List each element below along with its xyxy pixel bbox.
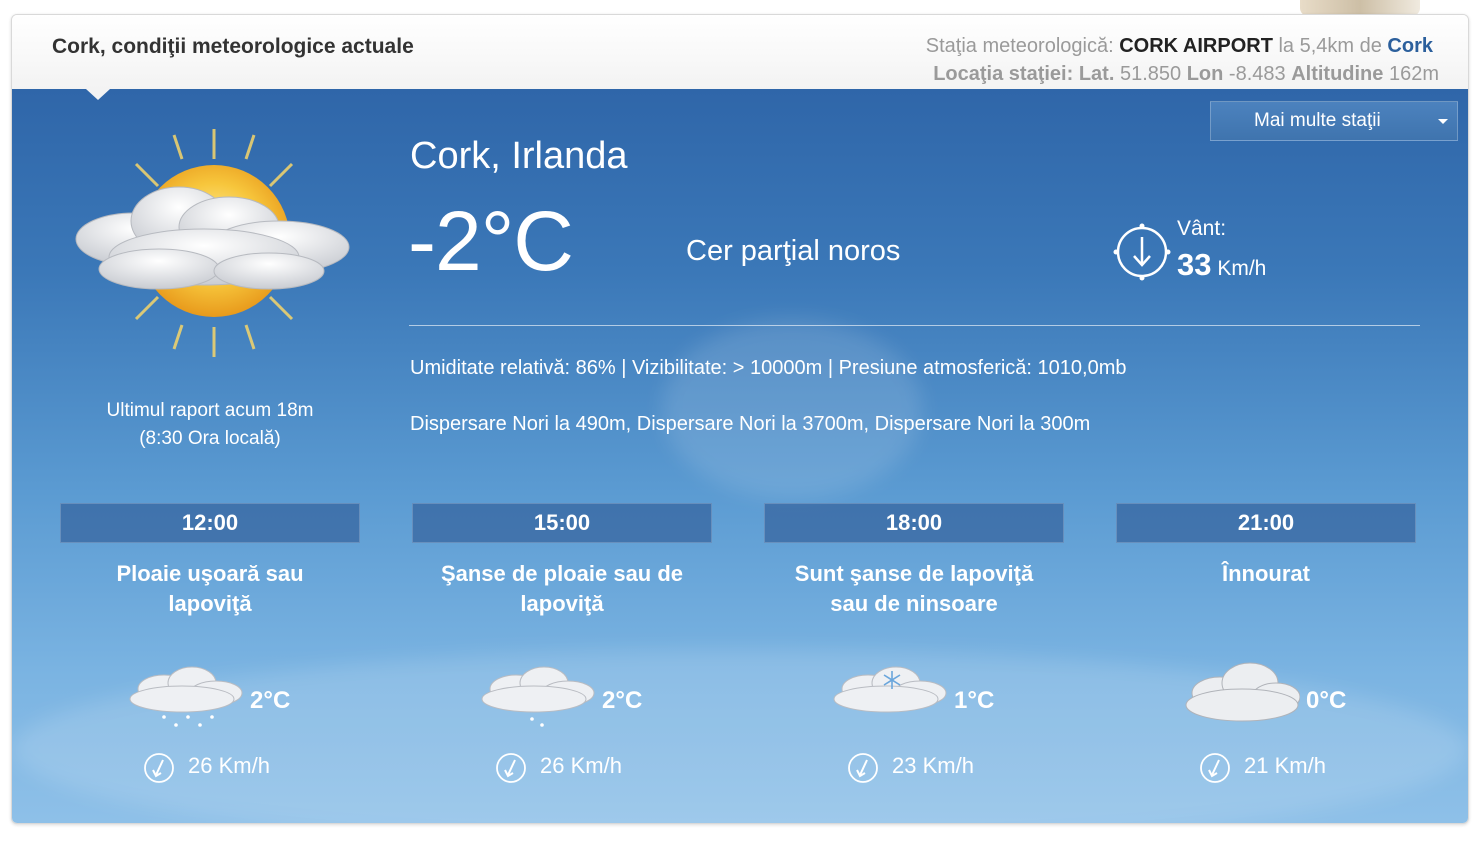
wind-speed: 33 <box>1177 247 1212 282</box>
forecast-description-line2: sau de ninsoare <box>830 591 998 616</box>
last-report-local-time: (8:30 Ora locală) <box>139 428 281 449</box>
forecast-description-line1: Şanse de ploaie sau de <box>440 561 684 586</box>
forecast-description: Înnourat <box>1116 559 1416 589</box>
more-stations-dropdown[interactable]: Mai multe staţii <box>1210 101 1458 141</box>
wind-direction-icon <box>496 753 526 783</box>
station-name: CORK AIRPORT <box>1119 35 1273 57</box>
header-pointer <box>86 89 110 100</box>
wind-unit: Km/h <box>1217 257 1267 280</box>
forecast-item: 21:00 Înnourat 0°C 21 Km/h <box>1116 503 1416 803</box>
divider <box>409 325 1420 326</box>
wind-direction-icon <box>1200 753 1230 783</box>
forecast-time: 15:00 <box>412 503 712 543</box>
lat-value: 51.850 <box>1119 63 1182 85</box>
forecast-item: 15:00 Şanse de ploaie sau de lapoviţă 2°… <box>412 503 712 803</box>
last-report-time: Ultimul raport acum 18m <box>106 400 314 421</box>
station-label: Staţia meteorologică: <box>925 35 1114 57</box>
forecast-wind: 21 Km/h <box>1244 753 1326 778</box>
forecast-description: Ploaie uşoară sau lapoviţă <box>60 559 360 619</box>
forecast-description: Şanse de ploaie sau de lapoviţă <box>412 559 712 619</box>
weather-panel: Mai multe staţii Ultimul raport acum 18m… <box>12 89 1468 823</box>
wind-direction-icon <box>144 753 174 783</box>
forecast-wind: 23 Km/h <box>892 753 974 778</box>
cloud-rain-icon <box>481 666 595 727</box>
partly-cloudy-sun-icon <box>75 129 350 357</box>
altitude-value: 162m <box>1388 63 1439 85</box>
forecast-description-line1: Ploaie uşoară sau <box>116 561 304 586</box>
current-temperature: -2°C <box>408 194 574 288</box>
location-label: Locaţia staţiei: <box>933 63 1074 85</box>
forecast-item: 12:00 Ploaie uşoară sau lapoviţă 2°C 26 … <box>60 503 360 803</box>
lon-value: -8.483 <box>1228 63 1286 85</box>
forecast-description-line2: lapoviţă <box>520 591 604 616</box>
wind-direction-icon <box>1113 223 1171 281</box>
forecast-wind: 26 Km/h <box>188 753 270 778</box>
weather-card: Cork, condiţii meteorologice actuale Sta… <box>11 14 1469 824</box>
forecast-temperature: 2°C <box>250 687 291 714</box>
forecast-description-line1: Sunt şanse de lapoviţă <box>794 561 1034 586</box>
page-title: Cork, condiţii meteorologice actuale <box>52 35 414 58</box>
more-stations-label: Mai multe staţii <box>1254 110 1381 131</box>
current-condition: Cer parţial noros <box>686 235 901 267</box>
forecast-temperature: 0°C <box>1306 687 1347 714</box>
forecast-description: Sunt şanse de lapoviţă sau de ninsoare <box>764 559 1064 619</box>
cloud-rain-icon <box>129 666 243 727</box>
wind-direction-icon <box>848 753 878 783</box>
lon-label: Lon <box>1186 63 1224 85</box>
weather-details: Umiditate relativă: 86% | Vizibilitate: … <box>410 357 1127 379</box>
station-city-link[interactable]: Cork <box>1387 35 1433 57</box>
station-distance: la 5,4km de <box>1278 35 1382 57</box>
forecast-wind: 26 Km/h <box>540 753 622 778</box>
forecast-item: 18:00 Sunt şanse de lapoviţă sau de nins… <box>764 503 1064 803</box>
forecast-time: 18:00 <box>764 503 1064 543</box>
altitude-label: Altitudine <box>1291 63 1384 85</box>
forecast-description-line1: Înnourat <box>1222 561 1310 586</box>
station-location: Locaţia staţiei: Lat. 51.850 Lon -8.483 … <box>933 63 1439 86</box>
chevron-down-icon <box>1438 119 1448 124</box>
forecast-temperature: 1°C <box>954 687 995 714</box>
cloud-snow-icon <box>833 666 947 713</box>
city-name: Cork, Irlanda <box>410 135 628 177</box>
wind-label: Vânt: <box>1177 217 1227 240</box>
forecast-time: 12:00 <box>60 503 360 543</box>
cloud-layers: Dispersare Nori la 490m, Dispersare Nori… <box>410 413 1091 435</box>
lat-label: Lat. <box>1078 63 1115 85</box>
forecast-description-line2: lapoviţă <box>168 591 252 616</box>
cloud-icon <box>1185 662 1300 722</box>
last-report: Ultimul raport acum 18m (8:30 Ora locală… <box>50 397 370 453</box>
wind-value: 33 Km/h <box>1177 247 1266 283</box>
forecast-temperature: 2°C <box>602 687 643 714</box>
background-haze <box>662 319 922 499</box>
station-info: Staţia meteorologică: CORK AIRPORT la 5,… <box>926 35 1433 58</box>
header-bar: Cork, condiţii meteorologice actuale Sta… <box>12 15 1468 90</box>
forecast-time: 21:00 <box>1116 503 1416 543</box>
